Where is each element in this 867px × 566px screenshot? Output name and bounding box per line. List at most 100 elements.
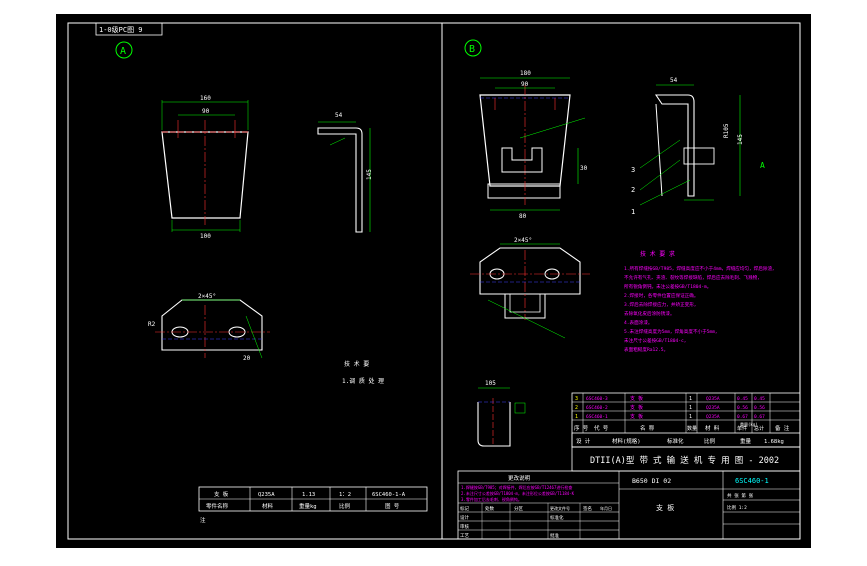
scale-label: 比例 1:2 — [727, 504, 747, 511]
info-row-design: 设 计 — [576, 437, 591, 445]
tech-req-line-8: 5.未注焊缝高度为5mm，焊角高度不小于5mm， — [624, 328, 720, 335]
view-b-callout-1: 1 — [631, 208, 635, 216]
view-marker-b-label: B — [469, 44, 475, 55]
parts-row3-total: 0.67 — [754, 414, 765, 420]
parts-row2-unit: 0.56 — [737, 405, 748, 411]
parts-header-mat: 材 料 — [705, 424, 720, 432]
view-b-callout-2: 2 — [631, 186, 635, 194]
small-table-r1c3: 1.13 — [302, 492, 315, 498]
tech-req-title: 技 术 要 求 — [640, 250, 675, 258]
parts-row1-code: 6SC460-3 — [586, 396, 608, 402]
sign-row1-c6: 年月日 — [600, 505, 612, 511]
tech-req-line-10: 表面粗糙度Ra12.5。 — [624, 346, 668, 353]
parts-row2-mat: Q235A — [706, 405, 720, 411]
sign-row1-c2: 处数 — [485, 505, 494, 512]
info-row-scale: 比例 — [704, 437, 716, 445]
parts-header-name: 名 称 — [640, 424, 655, 432]
small-table-r2c2: 材料 — [262, 502, 274, 510]
parts-header-code: 代 号 — [594, 424, 609, 432]
tech-req-line-6: 去除氧化皮后涂防锈漆。 — [624, 310, 675, 317]
small-table-r1c5: 6SC460-1-A — [372, 492, 406, 498]
view-b-top-width: 180 — [520, 70, 531, 77]
change-note-title: 更改说明 — [508, 474, 531, 482]
tech-req-line-2: 不允许有气孔、夹渣、裂纹等焊接缺陷，焊后应去除毛刺、飞溅物， — [624, 274, 762, 281]
change-note-2: 2.未注尺寸公差按GB/T1804-m，未注形位公差按GB/T1184-K — [461, 490, 575, 496]
parts-header-qty: 数量 — [687, 425, 697, 432]
part-name: 支 板 — [656, 503, 674, 512]
parts-row2-no: 2 — [575, 405, 578, 411]
parts-row3-code: 6SC460-1 — [586, 414, 608, 420]
tech-req-line-9: 未注尺寸公差按GB/T1804-c， — [624, 337, 688, 344]
view-a-tech-note-2: 1.调 质 处 理 — [342, 377, 384, 385]
view-a-hole-angle: 2×45° — [198, 293, 216, 300]
view-a-hole-depth: 20 — [243, 355, 251, 362]
parts-row2-qty: 1 — [689, 405, 692, 411]
parts-header-no: 序 号 — [574, 424, 589, 432]
view-b-bend-label: R105 — [723, 123, 730, 138]
parts-header-note: 备 注 — [775, 424, 790, 432]
sign-row1-c3: 分区 — [514, 505, 523, 512]
sign-row2-c1: 设计 — [460, 514, 469, 521]
small-table-r2c1: 零件名称 — [206, 502, 229, 510]
parts-row2-name: 支 板 — [630, 404, 643, 411]
drawing-title: B650 DI 02 — [632, 477, 671, 485]
view-a-flange: 54 — [335, 112, 343, 119]
small-table-r2c3: 重量kg — [299, 502, 317, 510]
parts-row3-mat: Q235A — [706, 414, 720, 420]
parts-row3-unit: 0.67 — [737, 414, 748, 420]
small-table-r1c4: 1：2 — [339, 492, 351, 498]
tech-req-line-4: 2.焊接时，各零件位置应保证正确。 — [624, 292, 698, 299]
parts-row3-no: 1 — [575, 414, 578, 420]
small-table-r2c5: 图 号 — [385, 502, 400, 510]
sign-row2-c4: 标准化 — [550, 514, 564, 521]
change-note-3: 3.零件加工后去毛刺、锐角倒钝。 — [461, 496, 522, 502]
project-banner-text: DTII(A)型 带 式 输 送 机 专 用 图 - 2002 — [590, 455, 779, 466]
info-row-weight: 重量 — [740, 437, 752, 445]
view-b-angle: 2×45° — [514, 237, 532, 244]
drawing-id-text: 1-0级PC图 9 — [99, 25, 143, 34]
parts-row1-qty: 1 — [689, 396, 692, 402]
view-marker-a-label: A — [120, 46, 126, 57]
info-row-weight-value: 1.68kg — [764, 439, 784, 445]
parts-row1-no: 3 — [575, 396, 578, 402]
parts-row3-qty: 1 — [689, 414, 692, 420]
parts-row1-total: 0.45 — [754, 396, 765, 402]
view-b-section-label: A — [760, 161, 765, 170]
parts-row3-name: 支 板 — [630, 413, 643, 420]
sign-row1-c1: 标记 — [460, 505, 469, 512]
parts-row1-name: 支 板 — [630, 395, 643, 402]
parts-row2-code: 6SC460-2 — [586, 405, 608, 411]
small-table-r1c1: 支 板 — [214, 490, 229, 498]
drawing-number: 6SC460-1 — [735, 477, 769, 485]
view-a-tech-note-1: 技 术 要 — [344, 360, 369, 368]
view-b-bottom-width: 80 — [519, 213, 527, 220]
small-table-r1c2: Q235A — [258, 492, 275, 498]
info-row-material: 材料(规格) — [612, 437, 641, 445]
parts-row1-mat: Q235A — [706, 396, 720, 402]
info-row-standard: 标准化 — [667, 437, 684, 445]
sign-row1-c5: 签名 — [583, 505, 592, 512]
view-b-inner-width: 90 — [521, 81, 529, 88]
small-table-r2c4: 比例 — [339, 502, 351, 510]
view-a-hole-dim: R2 — [148, 321, 156, 328]
view-b-side-width: 54 — [670, 77, 678, 84]
view-a-bottom-width: 100 — [200, 233, 211, 240]
view-a-height: 145 — [366, 169, 373, 180]
sign-row4-c4: 批准 — [550, 532, 559, 539]
small-table-extra: 注 — [200, 516, 206, 524]
tech-req-line-3: 所有锐角倒钝，未注公差按GB/T1804-m。 — [624, 283, 711, 290]
parts-weight-header: 重量(kg) — [740, 421, 758, 427]
sign-row4-c1: 工艺 — [460, 533, 469, 539]
parts-row2-total: 0.56 — [754, 405, 765, 411]
change-note-1: 1.焊缝按GB/T985；对焊接件，焊后应按GB/T12467进行检查 — [461, 484, 572, 490]
drawing-sheet — [56, 14, 811, 548]
view-a-top-width: 160 — [200, 95, 211, 102]
view-b-callout-3: 3 — [631, 166, 635, 174]
tech-req-line-1: 1.所有焊缝按GB/T985，焊缝高度应不小于4mm，焊缝应均匀，焊后除渣， — [624, 265, 777, 272]
view-b-slot-height: 30 — [580, 165, 588, 172]
tech-req-line-7: 4.表面涂漆。 — [624, 319, 653, 326]
sheet-label: 共 张 第 张 — [727, 492, 754, 499]
view-b-detail-width: 105 — [485, 380, 496, 387]
tech-req-line-5: 3.焊后去除焊接应力，并矫正变形， — [624, 301, 698, 308]
sign-row3-c1: 审核 — [460, 523, 469, 530]
